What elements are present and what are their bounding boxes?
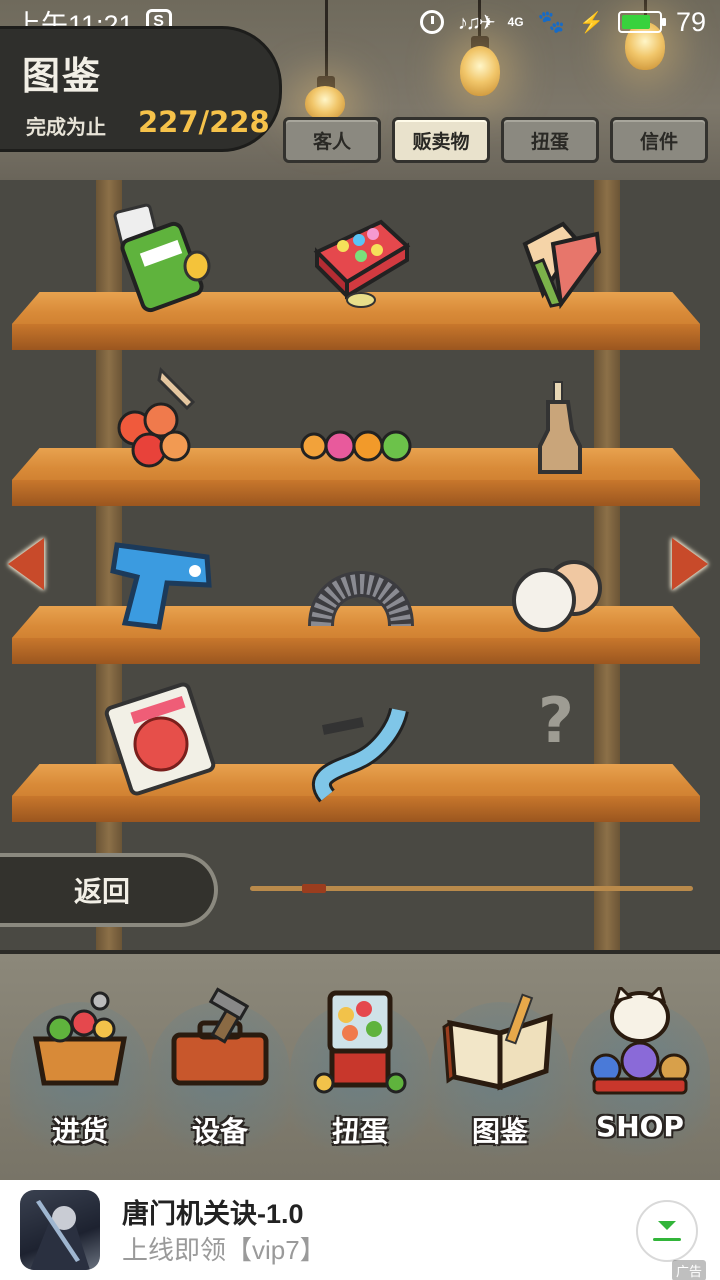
ad-subtitle: 上线即领【vip7】 bbox=[122, 1235, 326, 1265]
ice-cream-cones-icon[interactable] bbox=[503, 200, 619, 316]
battery-icon bbox=[617, 11, 666, 33]
tab-gacha[interactable]: 扭蛋 bbox=[501, 117, 599, 163]
candy-box-icon[interactable] bbox=[303, 200, 419, 316]
title-plate: 图鉴 完成为止 227/228 bbox=[0, 26, 282, 152]
balloons-icon[interactable] bbox=[500, 540, 616, 656]
charging-bolt-icon: ⚡ bbox=[579, 11, 604, 34]
gacha-machine-icon bbox=[313, 990, 407, 1094]
party-blower-icon[interactable] bbox=[303, 700, 419, 816]
sakura-candy-bag-icon[interactable] bbox=[103, 682, 219, 798]
download-bar-icon bbox=[653, 1238, 681, 1241]
nav-encyclopedia[interactable]: 图鉴 bbox=[430, 982, 570, 1167]
nav-gacha[interactable]: 扭蛋 bbox=[290, 982, 430, 1167]
progress-count: 227/228 bbox=[138, 105, 270, 139]
ad-app-icon[interactable] bbox=[20, 1190, 100, 1270]
chips-bag-icon[interactable] bbox=[105, 200, 221, 316]
battery-level-fill bbox=[621, 15, 651, 29]
ad-tag: 广告 bbox=[672, 1260, 707, 1280]
nav-stock[interactable]: 进货 bbox=[10, 982, 150, 1167]
nav-label: SHOP bbox=[596, 1110, 684, 1143]
status-icons: ♪♫✈ 4G 🐾 ⚡ 79 bbox=[419, 6, 706, 38]
fruit-candy-bundle-icon[interactable] bbox=[103, 362, 219, 478]
alarm-clock-icon bbox=[419, 10, 444, 34]
next-page-arrow-icon[interactable] bbox=[672, 538, 708, 590]
back-button[interactable]: 返回 bbox=[0, 853, 218, 927]
download-button[interactable] bbox=[636, 1200, 698, 1262]
birds-notification-icon: ♪♫✈ bbox=[457, 11, 496, 34]
tab-letters[interactable]: 信件 bbox=[610, 117, 708, 163]
light-bulb-icon bbox=[305, 86, 345, 120]
nav-label: 扭蛋 bbox=[331, 1115, 388, 1148]
progress-label: 完成为止 bbox=[26, 115, 106, 139]
tab-merchandise[interactable]: 贩卖物 bbox=[392, 117, 490, 163]
marble-candies-icon[interactable] bbox=[300, 388, 416, 504]
nav-equipment[interactable]: 设备 bbox=[150, 982, 290, 1167]
slinky-icon[interactable] bbox=[303, 530, 419, 646]
stock-crate-icon bbox=[33, 991, 127, 1086]
bottom-nav: 进货 设备 扭蛋 图鉴 SHOP bbox=[0, 950, 720, 1180]
lucky-cat-icon bbox=[590, 987, 690, 1095]
ad-title[interactable]: 唐门机关诀-1.0 bbox=[122, 1192, 304, 1231]
toolbox-icon bbox=[171, 987, 269, 1086]
open-book-icon bbox=[442, 993, 553, 1091]
unknown-item-placeholder[interactable]: ? bbox=[538, 684, 574, 757]
page-title: 图鉴 bbox=[22, 54, 103, 98]
ramune-bottle-icon[interactable] bbox=[502, 376, 618, 492]
previous-page-arrow-icon[interactable] bbox=[8, 538, 44, 590]
paw-icon: 🐾 bbox=[537, 9, 566, 34]
nav-shop[interactable]: SHOP bbox=[570, 982, 710, 1167]
nav-label: 图鉴 bbox=[471, 1115, 528, 1148]
nav-label: 设备 bbox=[191, 1115, 248, 1148]
battery-percent: 79 bbox=[675, 6, 706, 37]
water-pistol-icon[interactable] bbox=[103, 527, 219, 643]
light-bulb-icon bbox=[460, 46, 500, 96]
page-indicator-thumb bbox=[302, 884, 327, 893]
nav-label: 进货 bbox=[51, 1115, 108, 1148]
network-4g-icon: 4G bbox=[507, 15, 524, 29]
page-indicator-track bbox=[250, 884, 693, 893]
tab-guests[interactable]: 客人 bbox=[283, 117, 381, 163]
ad-banner[interactable]: 唐门机关诀-1.0 上线即领【vip7】 bbox=[0, 1180, 720, 1280]
download-arrow-icon bbox=[658, 1221, 676, 1230]
